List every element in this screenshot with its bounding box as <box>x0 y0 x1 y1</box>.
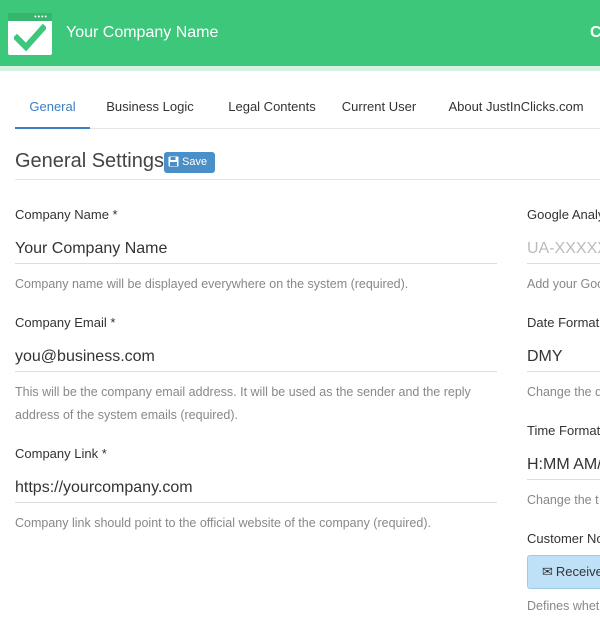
date-format-select[interactable] <box>527 342 600 372</box>
logo-dots: •••• <box>34 14 48 21</box>
tab-about[interactable]: About JustInClicks.com <box>445 85 587 129</box>
settings-tabs: General Business Logic Legal Contents Cu… <box>15 85 600 129</box>
save-button-label: Save <box>182 156 208 168</box>
google-analytics-help: Add your Goo <box>527 277 600 291</box>
header-right-text[interactable]: C <box>590 24 600 42</box>
company-name-help: Company name will be displayed everywher… <box>15 277 409 291</box>
google-analytics-label: Google Analy <box>527 207 600 222</box>
company-link-help: Company link should point to the officia… <box>15 516 431 530</box>
company-email-help: This will be the company email address. … <box>15 385 471 422</box>
time-format-select[interactable] <box>527 450 600 480</box>
tab-current-user[interactable]: Current User <box>341 85 417 129</box>
receive-notifications-label: Receive <box>555 564 600 579</box>
date-format-label: Date Format <box>527 315 600 330</box>
tab-business-logic[interactable]: Business Logic <box>105 85 195 129</box>
page-title: General Settings <box>15 150 164 172</box>
save-button[interactable]: Save <box>164 152 215 173</box>
google-analytics-input[interactable] <box>527 234 600 264</box>
app-header: •••• Your Company Name C <box>0 0 600 66</box>
customer-notifications-label: Customer No <box>527 531 600 546</box>
floppy-disk-icon <box>168 156 179 167</box>
tab-general[interactable]: General <box>15 85 90 129</box>
customer-notifications-help: Defines whet <box>527 599 600 613</box>
header-divider <box>0 66 600 71</box>
company-email-input[interactable] <box>15 342 497 372</box>
receive-notifications-button[interactable]: ✉ Receive <box>527 555 600 589</box>
envelope-icon: ✉ <box>542 564 553 579</box>
time-format-help: Change the t <box>527 493 599 507</box>
company-link-label: Company Link * <box>15 446 107 461</box>
time-format-label: Time Format <box>527 423 600 438</box>
company-link-input[interactable] <box>15 473 497 503</box>
app-title: Your Company Name <box>66 24 219 41</box>
tab-legal-contents[interactable]: Legal Contents <box>223 85 321 129</box>
date-format-help: Change the d <box>527 385 600 399</box>
company-email-label: Company Email * <box>15 315 116 330</box>
company-logo[interactable]: •••• <box>8 13 52 55</box>
section-divider <box>15 179 600 180</box>
company-name-label: Company Name * <box>15 207 118 222</box>
checkmark-icon <box>14 23 46 52</box>
company-name-input[interactable] <box>15 234 497 264</box>
